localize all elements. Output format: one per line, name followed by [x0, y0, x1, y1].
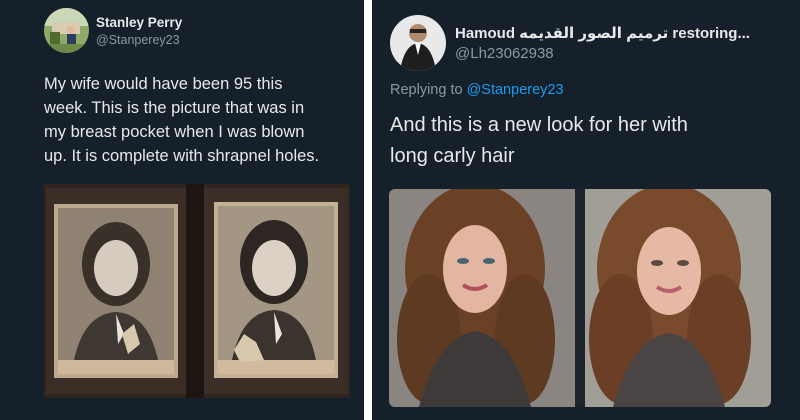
- avatar-stanley-icon: [44, 8, 89, 53]
- tweet-text-line: week. This is the picture that was in: [44, 99, 305, 117]
- tweet-photo[interactable]: [389, 189, 771, 407]
- tweet-text-line: my breast pocket when I was blown: [44, 123, 305, 141]
- tweet-text: And this is a new look for her with long…: [390, 110, 790, 172]
- reply-context: Replying to @Stanperey23: [390, 82, 564, 98]
- restored-portraits-image: [389, 189, 771, 407]
- vintage-photos-image: [44, 184, 350, 398]
- tweet-text: My wife would have been 95 this week. Th…: [44, 72, 360, 168]
- tweet-text-line: And this is a new look for her with: [390, 114, 688, 136]
- author-handle[interactable]: @Stanperey23: [96, 33, 180, 47]
- reply-mention-link[interactable]: @Stanperey23: [467, 82, 564, 98]
- author-name[interactable]: Stanley Perry: [96, 15, 182, 30]
- author-handle[interactable]: @Lh23062938: [455, 45, 554, 62]
- tweet-photo[interactable]: [44, 184, 350, 398]
- avatar[interactable]: [390, 15, 446, 71]
- avatar-hamoud-icon: [390, 15, 446, 71]
- left-tweet: Stanley Perry @Stanperey23 My wife would…: [0, 0, 364, 420]
- author-name[interactable]: Hamoud ترميم الصور القديمه restoring...: [455, 24, 750, 42]
- avatar[interactable]: [44, 8, 89, 53]
- tweet-text-line: up. It is complete with shrapnel holes.: [44, 147, 320, 165]
- tweet-text-line: long carly hair: [390, 145, 515, 167]
- tweet-text-line: My wife would have been 95 this: [44, 75, 283, 93]
- reply-prefix: Replying to: [390, 82, 463, 98]
